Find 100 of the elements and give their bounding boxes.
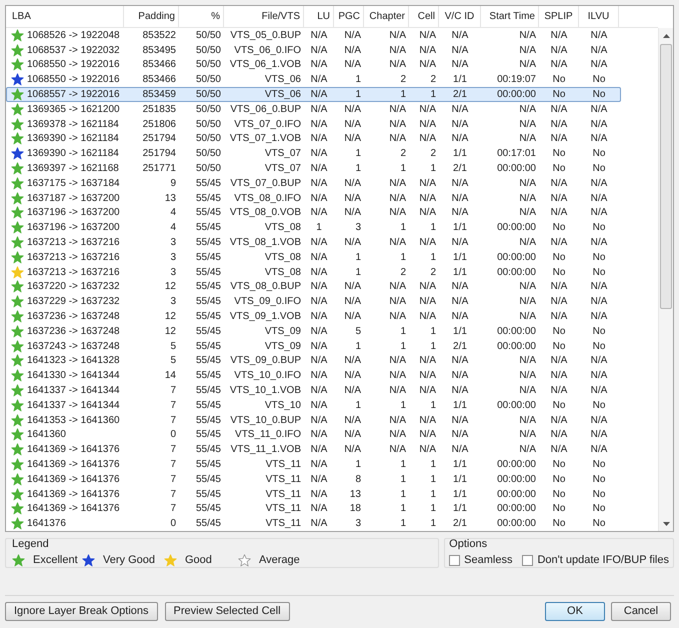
table-cell: N/A: [452, 118, 468, 130]
table-row[interactable]: 1369390 -> 1621184 251794 50/50 VTS_07 N/A 1 2 2 1/1 00:17:01 No No: [6, 146, 658, 162]
table-row[interactable]: 1637236 -> 1637248 12 55/45 VTS_09 N/A 5 1 1 1/1 00:00:00 No No: [6, 324, 658, 339]
table-cell: N/A: [419, 384, 436, 396]
table-row[interactable]: 1637175 -> 1637184 9 55/45 VTS_07_0.BUP N/A N/A N/A N/A N/A N/A N/A N/A: [6, 176, 658, 191]
action-button[interactable]: Ignore Layer Break Options: [5, 602, 158, 621]
table-row[interactable]: 1637213 -> 1637216 3 55/45 VTS_08 N/A 1 1 1 1/1 00:00:00 No No: [6, 250, 658, 265]
table-cell: VTS_07: [264, 148, 301, 160]
table-cell: 2: [430, 74, 436, 86]
scrollbar[interactable]: [658, 28, 673, 531]
table-row[interactable]: 1369397 -> 1621168 251771 50/50 VTS_07 N/A 1 1 1 2/1 00:00:00 No No: [6, 161, 658, 176]
table-row[interactable]: 1641376 0 55/45 VTS_11 N/A 3 1 1 2/1 00:00:00 No No: [6, 516, 658, 531]
table-cell: 1/1: [453, 474, 467, 485]
table-cell: N/A: [519, 370, 536, 382]
table-row[interactable]: 1641360 0 55/45 VTS_11_0.IFO N/A N/A N/A N/A N/A N/A N/A N/A: [6, 427, 658, 442]
table-cell: N/A: [550, 178, 568, 189]
table-cell: 1637220 -> 1637232: [27, 280, 120, 294]
table-row[interactable]: 1068550 -> 1922016 853466 50/50 VTS_06_1.VOB N/A N/A N/A N/A N/A N/A N/A N/A: [6, 58, 658, 72]
table-cell: 1637236 -> 1637248: [27, 310, 120, 323]
column-header[interactable]: LBA: [6, 6, 124, 27]
table-cell: 00:00:00: [497, 474, 536, 485]
table-row[interactable]: 1369365 -> 1621200 251835 50/50 VTS_06_0.BUP N/A N/A N/A N/A N/A N/A N/A N/A: [6, 102, 658, 117]
table-cell: N/A: [344, 281, 361, 292]
table-row[interactable]: 1641369 -> 1641376 7 55/45 VTS_11 N/A 18 1 1 1/1 00:00:00 No No: [6, 501, 658, 516]
table-row[interactable]: 1068537 -> 1922032 853495 50/50 VTS_06_0.IFO N/A N/A N/A N/A N/A N/A N/A N/A: [6, 42, 658, 58]
table-cell: 1369365 -> 1621200: [27, 102, 120, 116]
table-row[interactable]: 1637196 -> 1637200 4 55/45 VTS_08 1 3 1 1 1/1 00:00:00 No No: [6, 220, 658, 236]
action-button[interactable]: Preview Selected Cell: [164, 602, 290, 621]
table-cell: N/A: [590, 414, 608, 426]
table-row[interactable]: 1641369 -> 1641376 7 55/45 VTS_11 N/A 8 1 1 1/1 00:00:00 No No: [6, 472, 658, 487]
table-row[interactable]: 1641323 -> 1641328 5 55/45 VTS_09_0.BUP N/A N/A N/A N/A N/A N/A N/A N/A: [6, 353, 658, 368]
table-cell: 55/45: [196, 474, 221, 485]
table-cell: N/A: [310, 429, 328, 440]
table-cell: 1: [400, 162, 406, 174]
legend-label: Average: [259, 553, 300, 568]
table-cell: 1: [355, 458, 361, 470]
table-cell: 3: [170, 266, 176, 278]
table-cell: N/A: [344, 59, 361, 70]
table-cell: N/A: [452, 192, 468, 204]
table-row[interactable]: 1637229 -> 1637232 3 55/45 VTS_09_0.IFO N/A N/A N/A N/A N/A N/A N/A N/A: [6, 294, 658, 310]
table-cell: N/A: [590, 104, 608, 115]
column-header[interactable]: Padding: [124, 6, 179, 27]
table-row[interactable]: 1369378 -> 1621184 251806 50/50 VTS_07_0.IFO N/A N/A N/A N/A N/A N/A N/A N/A: [6, 116, 658, 132]
column-header[interactable]: LU: [304, 6, 334, 27]
column-header[interactable]: Start Time: [481, 6, 539, 27]
table-cell: 55/45: [196, 414, 221, 426]
table-row[interactable]: 1641369 -> 1641376 7 55/45 VTS_11 N/A 13 1 1 1/1 00:00:00 No No: [6, 486, 658, 502]
table-cell: 1: [400, 340, 406, 352]
column-header[interactable]: PGC: [334, 6, 364, 27]
table-row[interactable]: 1637213 -> 1637216 3 55/45 VTS_08 N/A 1 2 2 1/1 00:00:00 No No: [6, 264, 658, 280]
table-cell: N/A: [344, 429, 361, 440]
table-cell: VTS_09_0.BUP: [230, 355, 301, 366]
table-cell: N/A: [389, 296, 406, 308]
table-row[interactable]: 1068526 -> 1922048 853522 50/50 VTS_05_0.BUP N/A N/A N/A N/A N/A N/A N/A N/A: [6, 28, 658, 43]
table-cell: N/A: [550, 207, 568, 218]
table-cell: 1: [430, 458, 436, 470]
scroll-up-icon[interactable]: [662, 34, 670, 38]
table-row[interactable]: 1641337 -> 1641344 7 55/45 VTS_10 N/A 1 1 1 1/1 00:00:00 No No: [6, 398, 658, 413]
table-row[interactable]: 1641369 -> 1641376 7 55/45 VTS_11_1.VOB N/A N/A N/A N/A N/A N/A N/A N/A: [6, 442, 658, 458]
dialog-button[interactable]: OK: [545, 602, 605, 621]
checkbox[interactable]: [522, 554, 534, 566]
table-row[interactable]: 1637213 -> 1637216 3 55/45 VTS_08_1.VOB N/A N/A N/A N/A N/A N/A N/A N/A: [6, 235, 658, 250]
table-cell: 1641369 -> 1641376: [27, 488, 120, 501]
table-row[interactable]: 1637243 -> 1637248 5 55/45 VTS_09 N/A 1 1 1 2/1 00:00:00 No No: [6, 338, 658, 354]
table-row[interactable]: 1637236 -> 1637248 12 55/45 VTS_09_1.VOB N/A N/A N/A N/A N/A N/A N/A N/A: [6, 309, 658, 324]
scroll-down-icon[interactable]: [662, 522, 670, 526]
table-row[interactable]: 1369390 -> 1621184 251794 50/50 VTS_07_1.VOB N/A N/A N/A N/A N/A N/A N/A N/A: [6, 131, 658, 146]
table-row[interactable]: 1068550 -> 1922016 853466 50/50 VTS_06 N/A 1 2 2 1/1 00:19:07 No No: [6, 72, 658, 88]
table-cell: 55/45: [196, 326, 221, 337]
table-cell: 1637196 -> 1637200: [27, 206, 120, 220]
column-header[interactable]: V/C ID: [439, 6, 481, 27]
table-row[interactable]: 1637196 -> 1637200 4 55/45 VTS_08_0.VOB N/A N/A N/A N/A N/A N/A N/A N/A: [6, 205, 658, 220]
column-header[interactable]: Chapter: [364, 6, 409, 27]
table-cell: N/A: [590, 310, 608, 322]
table-row[interactable]: 1641353 -> 1641360 7 55/45 VTS_10_0.BUP N/A N/A N/A N/A N/A N/A N/A N/A: [6, 412, 658, 428]
column-header[interactable]: %: [179, 6, 224, 27]
column-header[interactable]: File/VTS: [224, 6, 304, 27]
table-cell: 1: [430, 503, 436, 514]
table-cell: 1: [400, 89, 406, 100]
table-row[interactable]: 1641330 -> 1641344 14 55/45 VTS_10_0.IFO N/A N/A N/A N/A N/A N/A N/A N/A: [6, 368, 658, 384]
table-row[interactable]: 1637220 -> 1637232 12 55/45 VTS_08_0.BUP N/A N/A N/A N/A N/A N/A N/A N/A: [6, 279, 658, 294]
column-header[interactable]: ILVU: [579, 6, 619, 27]
dialog-button[interactable]: Cancel: [611, 602, 671, 621]
table-row[interactable]: 1641337 -> 1641344 7 55/45 VTS_10_1.VOB N/A N/A N/A N/A N/A N/A N/A N/A: [6, 383, 658, 398]
table-cell: 1641369 -> 1641376: [27, 443, 120, 456]
table-cell: N/A: [519, 384, 536, 396]
table-cell: N/A: [389, 118, 406, 130]
table-row[interactable]: 1068557 -> 1922016 853459 50/50 VTS_06 N/A 1 1 1 2/1 00:00:00 No No: [6, 87, 621, 102]
table-cell: 1: [355, 400, 361, 411]
table-cell: N/A: [310, 59, 328, 70]
table-cell: No: [592, 518, 606, 530]
table-cell: N/A: [310, 30, 328, 41]
table-row[interactable]: 1637187 -> 1637200 13 55/45 VTS_08_0.IFO N/A N/A N/A N/A N/A N/A N/A N/A: [6, 190, 658, 206]
table-cell: 1/1: [453, 266, 467, 278]
checkbox[interactable]: [449, 554, 460, 566]
column-header[interactable]: Cell: [409, 6, 439, 27]
table-cell: 50/50: [196, 30, 221, 41]
scrollbar-thumb[interactable]: [660, 44, 672, 309]
table-row[interactable]: 1641369 -> 1641376 7 55/45 VTS_11 N/A 1 1 1 1/1 00:00:00 No No: [6, 457, 658, 472]
column-header[interactable]: SPLIP: [539, 6, 579, 27]
